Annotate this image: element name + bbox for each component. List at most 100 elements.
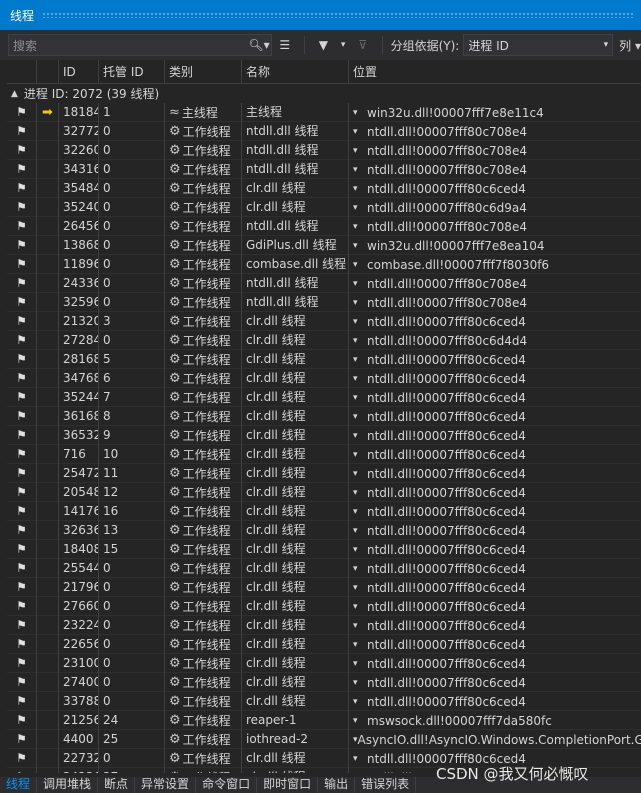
expand-chevron-icon[interactable]: ▾	[353, 560, 367, 578]
cell-location[interactable]: ▾ntdll.dll!00007fff80c6ced4	[349, 407, 641, 426]
flag-icon[interactable]: ⚑	[7, 521, 37, 540]
table-row[interactable]: ⚑ 32260 0 ⚙ 工作线程 ntdll.dll 线程 ▾ ntdll.dll!00007…	[7, 141, 641, 160]
columns-button[interactable]: 列 ▾	[619, 37, 641, 54]
expand-chevron-icon[interactable]: ▾	[353, 769, 367, 774]
cell-location[interactable]: ▾ntdll.dll!00007fff80c6ced4	[349, 673, 641, 692]
table-row[interactable]: ⚑ 21256 24 ⚙ 工作线程 reaper-1 ▾ mswsock.dll!00007f…	[7, 711, 641, 730]
table-row[interactable]: ⚑ 27660 0 ⚙ 工作线程 clr.dll 线程 ▾ ntdll.dll!00007ff…	[7, 597, 641, 616]
expand-chevron-icon[interactable]: ▾	[353, 408, 367, 426]
table-row[interactable]: ⚑ 25472 11 ⚙ 工作线程 clr.dll 线程 ▾ ntdll.dll!00007f…	[7, 464, 641, 483]
cell-location[interactable]: ▾ win32u.dll!00007fff7e8ea104	[349, 236, 641, 255]
flag-icon[interactable]: ⚑	[7, 274, 37, 293]
cell-location[interactable]: ▾ ntdll.dll!00007fff80c708e4	[349, 274, 641, 293]
expand-chevron-icon[interactable]: ▾	[353, 332, 367, 350]
flag-icon[interactable]: ⚑	[7, 388, 37, 407]
expand-chevron-icon[interactable]: ▾	[353, 446, 367, 464]
tab-item[interactable]: 输出	[318, 777, 356, 793]
header-id[interactable]: ID	[59, 60, 99, 84]
flag-icon[interactable]: ⚑	[7, 198, 37, 217]
flag-icon[interactable]: ⚑	[7, 730, 37, 749]
table-row[interactable]: ⚑ 13868 0 ⚙ 工作线程 GdiPlus.dll 线程 ▾ win32u.dll!00…	[7, 236, 641, 255]
expand-chevron-icon[interactable]: ▾	[353, 655, 367, 673]
table-row[interactable]: ⚑ 716 10 ⚙ 工作线程 clr.dll 线程 ▾ ntdll.dll!00007fff…	[7, 445, 641, 464]
flag-icon[interactable]: ⚑	[7, 768, 37, 773]
table-row[interactable]: ⚑ 4400 25 ⚙ 工作线程 iothread-2 ▾ AsyncIO.dll!Async…	[7, 730, 641, 749]
expand-chevron-icon[interactable]: ▾	[353, 142, 367, 160]
expand-chevron-icon[interactable]: ▾	[353, 294, 367, 312]
header-category[interactable]: 类别	[165, 60, 242, 84]
table-row[interactable]: ⚑ 32772 0 ⚙ 工作线程 ntdll.dll 线程 ▾ ntdll.dll!00007…	[7, 122, 641, 141]
list-view-icon[interactable]: ☰	[272, 34, 298, 56]
expand-chevron-icon[interactable]: ▾	[353, 161, 367, 179]
flag-icon[interactable]: ⚑	[7, 654, 37, 673]
cell-location[interactable]: ▾ntdll.dll!00007fff80c6ced4	[349, 426, 641, 445]
tab-item[interactable]: 线程	[0, 777, 38, 793]
table-row[interactable]: ⚑ 21796 0 ⚙ 工作线程 clr.dll 线程 ▾ ntdll.dll!00007ff…	[7, 578, 641, 597]
tab-item[interactable]: 错误列表	[355, 777, 417, 793]
flag-icon[interactable]: ⚑	[7, 749, 37, 768]
expand-chevron-icon[interactable]: ▾	[353, 674, 367, 692]
table-row[interactable]: ⚑ 14176 16 ⚙ 工作线程 clr.dll 线程 ▾ ntdll.dll!00007f…	[7, 502, 641, 521]
flag-icon[interactable]: ⚑	[7, 369, 37, 388]
table-row[interactable]: ⚑ 11896 0 ⚙ 工作线程 combase.dll 线程 ▾ combase.dll!0…	[7, 255, 641, 274]
expand-chevron-icon[interactable]: ▾	[353, 465, 367, 483]
flag-icon[interactable]: ⚑	[7, 331, 37, 350]
expand-chevron-icon[interactable]: ▾	[353, 104, 367, 122]
cell-location[interactable]: ▾ntdll.dll!00007fff80c6ced4	[349, 179, 641, 198]
table-row[interactable]: ⚑ 36168 8 ⚙ 工作线程 clr.dll 线程 ▾ ntdll.dll!00007ff…	[7, 407, 641, 426]
flag-icon[interactable]: ⚑	[7, 217, 37, 236]
expand-chevron-icon[interactable]: ▾	[353, 712, 367, 730]
cell-location[interactable]: ▾ntdll.dll!00007fff80c6ced4	[349, 388, 641, 407]
table-row[interactable]: ⚑ 23224 0 ⚙ 工作线程 clr.dll 线程 ▾ ntdll.dll!00007ff…	[7, 616, 641, 635]
expand-chevron-icon[interactable]: ▾	[353, 313, 367, 331]
table-row[interactable]: ⚑ 26456 0 ⚙ 工作线程 ntdll.dll 线程 ▾ ntdll.dll!00007…	[7, 217, 641, 236]
flag-icon[interactable]: ⚑	[7, 464, 37, 483]
expand-chevron-icon[interactable]: ▾	[353, 503, 367, 521]
cell-location[interactable]: ▾ntdll.dll!00007fff80c6ced4	[349, 692, 641, 711]
cell-location[interactable]: ▾ win32u.dll!00007fff7e8e11c4	[349, 103, 641, 122]
flag-icon[interactable]: ⚑	[7, 103, 37, 122]
tab-item[interactable]: 调用堆栈	[37, 777, 99, 793]
flag-icon[interactable]: ⚑	[7, 445, 37, 464]
cell-location[interactable]: ▾ AsyncIO.dll!AsyncIO.Windows.CompletionP…	[349, 730, 641, 749]
flag-icon[interactable]: ⚑	[7, 236, 37, 255]
table-row[interactable]: ⚑ 35484 0 ⚙ 工作线程 clr.dll 线程 ▾ ntdll.dll!00007ff…	[7, 179, 641, 198]
flag-icon[interactable]: ⚑	[7, 692, 37, 711]
flag-icon[interactable]: ⚑	[7, 635, 37, 654]
flag-icon[interactable]: ⚑	[7, 160, 37, 179]
search-box[interactable]: 搜索 🔍︎▾	[8, 34, 272, 56]
expand-chevron-icon[interactable]: ▾	[353, 275, 367, 293]
table-row[interactable]: ⚑ 35244 7 ⚙ 工作线程 clr.dll 线程 ▾ ntdll.dll!00007ff…	[7, 388, 641, 407]
expand-chevron-icon[interactable]: ▾	[353, 123, 367, 141]
cell-location[interactable]: ▾ ntdll.dll!00007fff80c708e4	[349, 160, 641, 179]
table-row[interactable]: ⚑ 27400 0 ⚙ 工作线程 clr.dll 线程 ▾ ntdll.dll!00007ff…	[7, 673, 641, 692]
cell-location[interactable]: ▾ ntdll.dll!00007fff80c708e4	[349, 122, 641, 141]
cell-location[interactable]: ▾ntdll.dll!00007fff80c6ced4	[349, 521, 641, 540]
flag-icon[interactable]: ⚑	[7, 502, 37, 521]
table-row[interactable]: ⚑ 36532 9 ⚙ 工作线程 clr.dll 线程 ▾ ntdll.dll!00007ff…	[7, 426, 641, 445]
cell-location[interactable]: ▾ntdll.dll!00007fff80c6ced4	[349, 616, 641, 635]
cell-location[interactable]: ▾ ntdll.dll!00007fff80c6d9a4	[349, 198, 641, 217]
flag-icon[interactable]: ⚑	[7, 559, 37, 578]
expand-chevron-icon[interactable]: ▾	[353, 541, 367, 559]
flag-icon[interactable]: ⚑	[7, 179, 37, 198]
search-input[interactable]: 搜索	[13, 37, 247, 54]
group-row[interactable]: ▲ 进程 ID: 2072 (39 线程)	[7, 84, 641, 103]
table-row[interactable]: ⚑ 21320 3 ⚙ 工作线程 clr.dll 线程 ▾ ntdll.dll!00007ff…	[7, 312, 641, 331]
tab-item[interactable]: 即时窗口	[257, 777, 319, 793]
title-grip[interactable]	[42, 12, 635, 18]
cell-location[interactable]: ▾ntdll.dll!00007fff80c6ced4	[349, 540, 641, 559]
flag-icon[interactable]: ⚑	[7, 312, 37, 331]
flag-icon[interactable]: ⚑	[7, 711, 37, 730]
expand-chevron-icon[interactable]: ▾	[353, 218, 367, 236]
expand-chevron-icon[interactable]: ▾	[353, 389, 367, 407]
cell-location[interactable]: ▾ntdll.dll!00007fff80c6ced4	[349, 445, 641, 464]
cell-location[interactable]: ▾ ntdll.dll!00007fff80c708e4	[349, 217, 641, 236]
flag-icon[interactable]: ⚑	[7, 293, 37, 312]
cell-location[interactable]: ▾ntdll.dll!00007fff80c6ced4	[349, 654, 641, 673]
expand-chevron-icon[interactable]: ▾	[353, 237, 367, 255]
expand-chevron-icon[interactable]: ▾	[353, 617, 367, 635]
cell-location[interactable]: ▾ ntdll.dll!00007fff80c6d4d4	[349, 331, 641, 350]
table-row[interactable]: ⚑ 33788 0 ⚙ 工作线程 clr.dll 线程 ▾ ntdll.dll!00007ff…	[7, 692, 641, 711]
header-current[interactable]	[37, 60, 59, 84]
